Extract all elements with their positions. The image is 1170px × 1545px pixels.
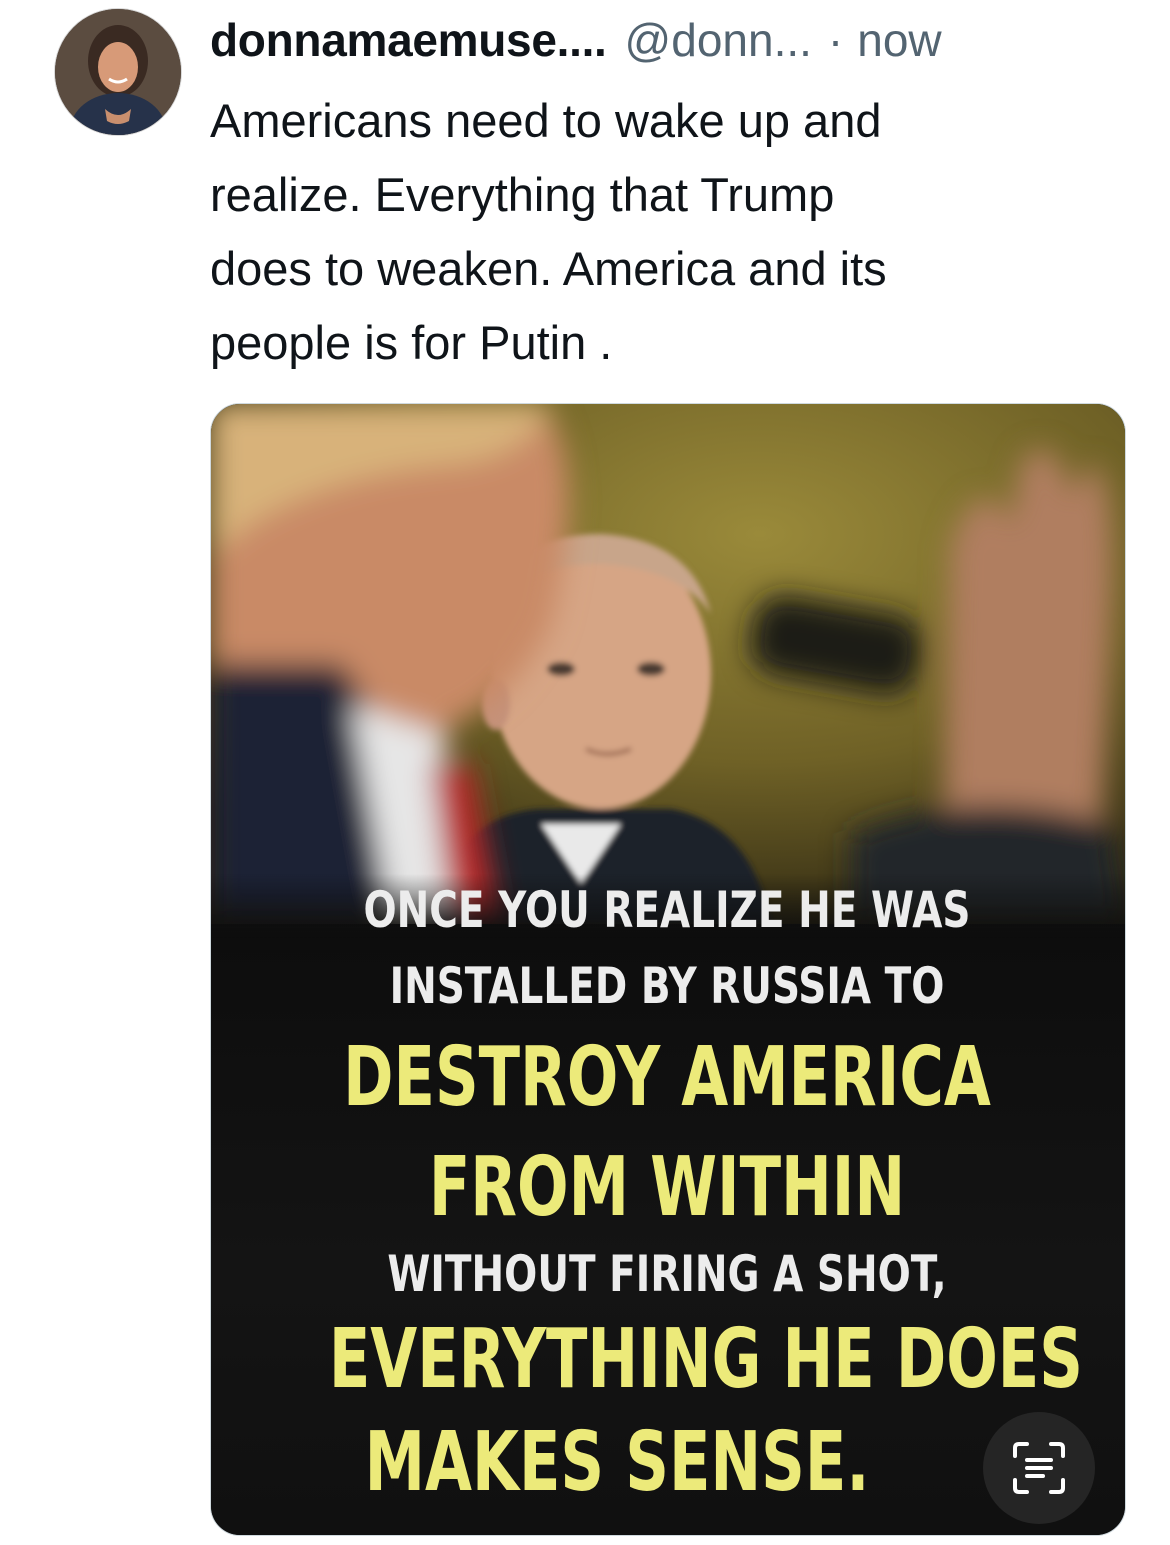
tweet-media-image[interactable] bbox=[210, 403, 1126, 1536]
live-text-icon bbox=[1013, 1442, 1065, 1494]
tweet-header: donnamaemuse.... @donn... · now bbox=[210, 10, 942, 70]
timestamp[interactable]: now bbox=[857, 10, 941, 70]
separator-dot: · bbox=[827, 14, 844, 66]
profile-photo-icon bbox=[55, 9, 181, 135]
author-handle[interactable]: @donn... bbox=[625, 10, 812, 70]
tweet-text-line: Americans need to wake up and bbox=[210, 94, 882, 147]
tweet-text-line: people is for Putin . bbox=[210, 316, 613, 369]
tweet-text: Americans need to wake up and realize. E… bbox=[210, 84, 1140, 380]
tweet-text-line: realize. Everything that Trump bbox=[210, 168, 835, 221]
live-text-button[interactable] bbox=[983, 1412, 1095, 1524]
author-display-name[interactable]: donnamaemuse.... bbox=[210, 10, 607, 70]
media-photo bbox=[211, 404, 1125, 924]
meme-text-panel bbox=[211, 874, 1125, 1535]
tweet-text-line: does to weaken. America and its bbox=[210, 242, 887, 295]
avatar[interactable] bbox=[54, 8, 182, 136]
